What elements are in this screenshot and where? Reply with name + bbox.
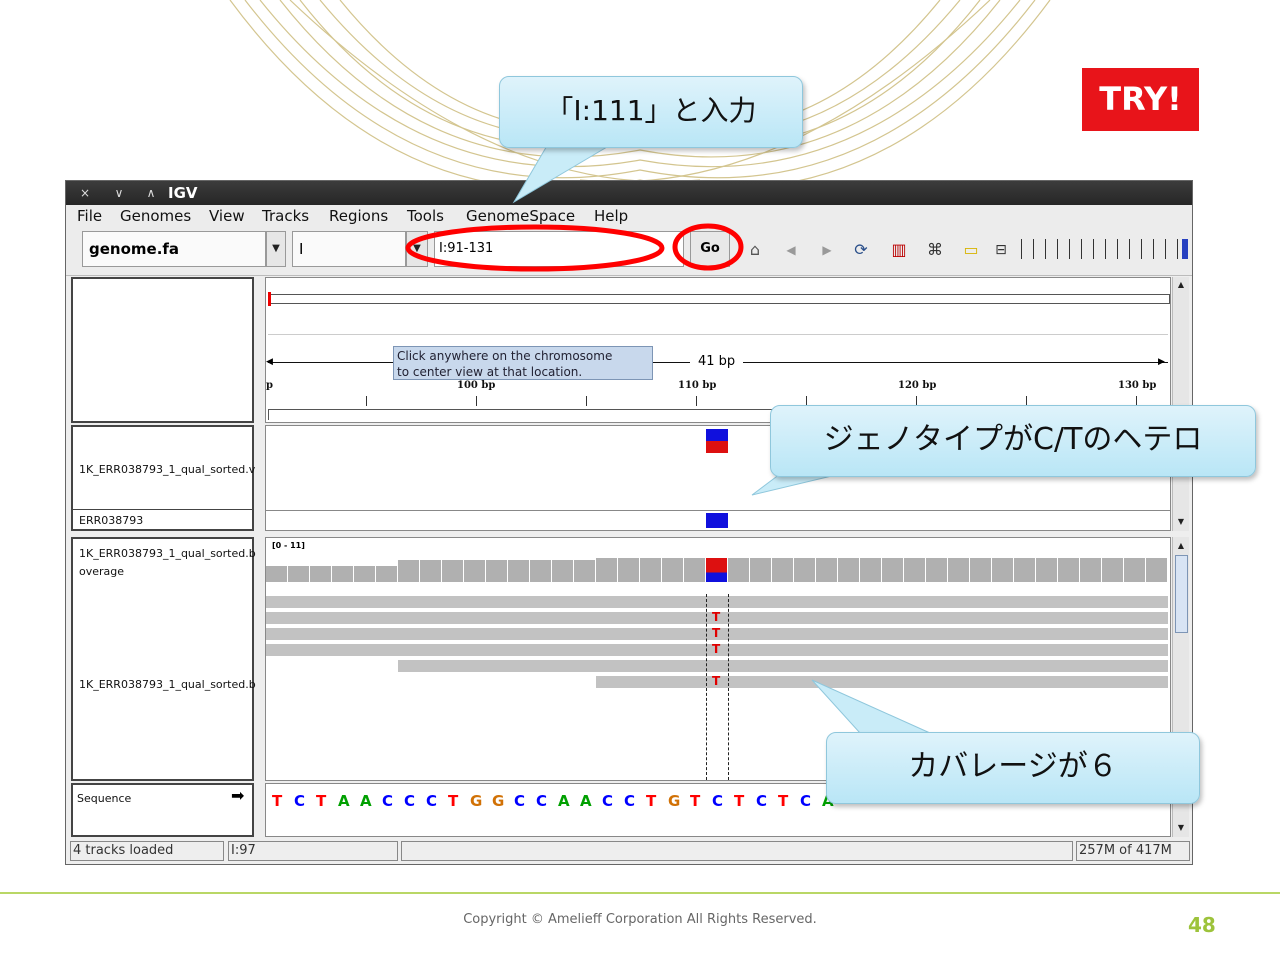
callout-genotype: ジェノタイプがC/Tのヘテロ: [770, 405, 1256, 477]
footer-rule: [0, 892, 1280, 894]
callout-enter-locus: 「I:111」と入力: [499, 76, 803, 148]
page-number: 48: [1188, 913, 1216, 937]
callout-tail-locus: [512, 143, 614, 204]
copyright: Copyright © Amelieff Corporation All Rig…: [463, 912, 817, 927]
callout-coverage: カバレージが６: [826, 732, 1200, 804]
callout-tail-genotype: [751, 473, 841, 496]
locus-highlight: [405, 224, 665, 272]
go-highlight: [672, 223, 744, 271]
callout-tail-coverage: [811, 679, 931, 734]
